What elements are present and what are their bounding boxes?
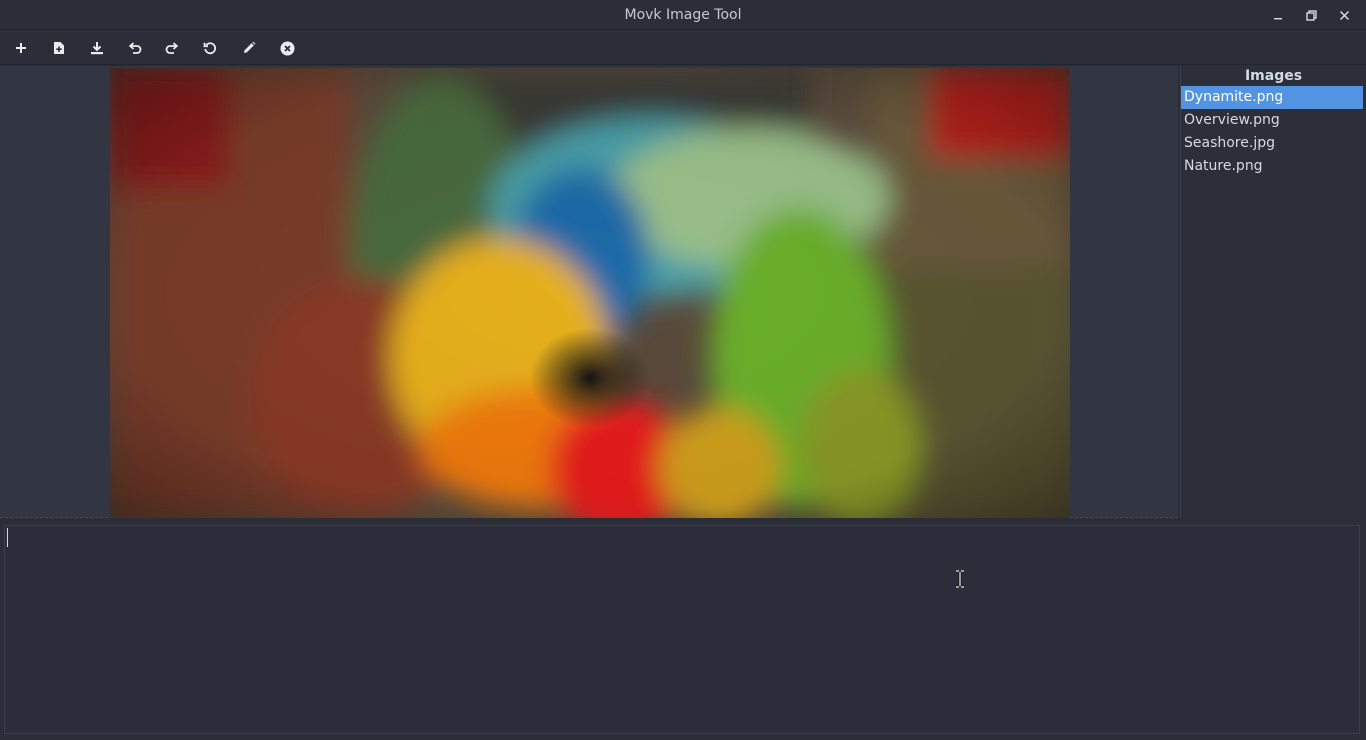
image-list-item[interactable]: Dynamite.png [1181,86,1363,109]
ibeam-cursor-icon [956,570,964,588]
undo-button[interactable] [123,37,147,59]
images-panel-header: Images [1244,68,1303,84]
image-list: Dynamite.png Overview.png Seashore.jpg N… [1181,86,1363,178]
swirl-image [110,68,1070,518]
restore-button[interactable] [1301,5,1321,25]
undo-icon [128,42,142,54]
redo-button[interactable] [160,37,184,59]
pencil-icon [244,41,256,53]
rotate-ccw-icon [203,42,217,55]
download-button[interactable] [85,37,109,59]
open-file-button[interactable] [47,37,71,59]
minimize-icon [1274,18,1282,20]
close-image-button[interactable] [275,37,299,59]
redo-icon [165,42,179,54]
close-window-button[interactable] [1334,5,1354,25]
editor-container [0,521,1366,740]
edit-button[interactable] [237,37,261,59]
new-button[interactable] [9,37,33,59]
image-list-item[interactable]: Seashore.jpg [1181,132,1363,155]
text-caret [7,528,8,547]
image-list-item[interactable]: Nature.png [1181,155,1363,178]
text-editor[interactable] [4,525,1360,734]
close-icon [1339,10,1349,20]
plus-icon [16,43,26,53]
image-list-item[interactable]: Overview.png [1181,109,1363,132]
toolbar [0,31,1366,65]
minimize-button[interactable] [1268,5,1288,25]
restore-icon [1305,9,1317,21]
window-title: Movk Image Tool [624,7,742,23]
title-bar: Movk Image Tool [0,0,1366,30]
reset-button[interactable] [198,37,222,59]
image-viewer[interactable] [0,66,1178,518]
images-panel: Images Dynamite.png Overview.png Seashor… [1180,66,1366,518]
circle-x-icon [280,41,294,55]
file-plus-icon [54,42,64,54]
download-icon [91,42,103,55]
